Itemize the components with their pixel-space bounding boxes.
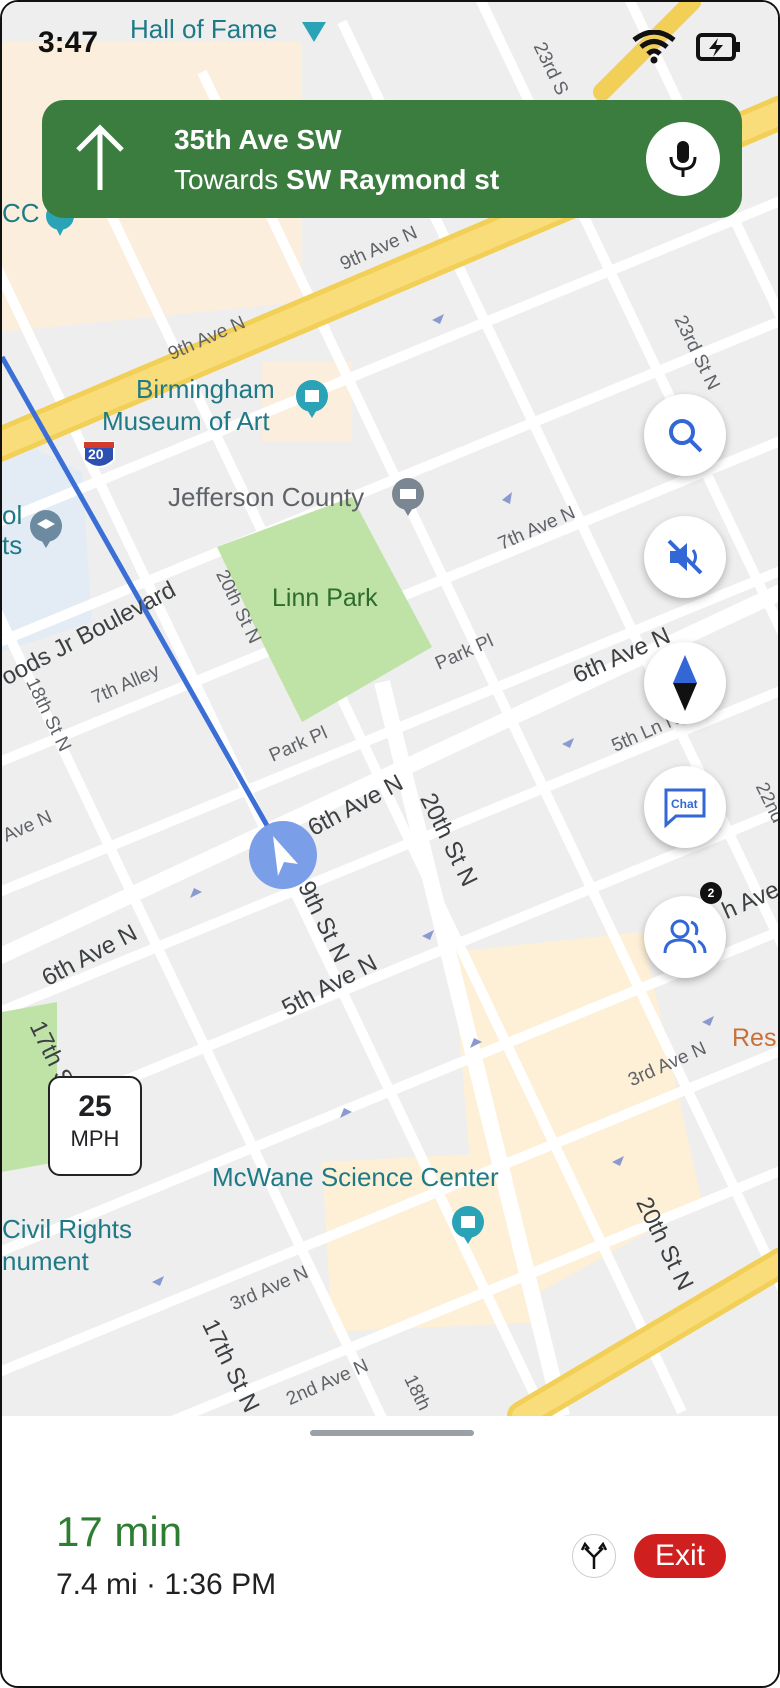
status-time: 3:47 — [38, 26, 99, 59]
poi-label[interactable]: McWane Science Center — [212, 1162, 499, 1193]
poi-label[interactable]: nument — [2, 1246, 89, 1277]
poi-label[interactable]: CC — [2, 198, 40, 229]
poi-label[interactable]: ts — [2, 530, 22, 561]
volume-mute-icon — [667, 539, 703, 575]
battery-charging-icon — [696, 33, 740, 61]
eta-duration: 17 min — [56, 1508, 183, 1555]
next-street: 35th Ave SW — [174, 124, 342, 155]
interstate-number: 20 — [88, 446, 104, 462]
chat-button[interactable]: Chat — [644, 766, 726, 848]
towards-prefix: Towards — [174, 164, 279, 195]
search-icon — [669, 419, 703, 453]
compass-icon — [673, 655, 697, 711]
straight-arrow-icon — [76, 124, 124, 190]
status-icons — [632, 30, 742, 64]
poi-label[interactable]: Birmingham — [136, 374, 275, 405]
phone-screen: Hall of Fame CC Birmingham Museum of Art… — [0, 0, 780, 1688]
alternate-routes-button[interactable] — [572, 1534, 616, 1578]
chat-label: Chat — [671, 797, 698, 811]
navigation-arrow-icon — [249, 821, 317, 889]
mute-button[interactable] — [644, 516, 726, 598]
towards-street: SW Raymond st — [286, 164, 500, 195]
people-icon — [663, 919, 707, 954]
voice-search-button[interactable] — [646, 122, 720, 196]
microphone-icon — [669, 141, 697, 177]
towards-text: Towards SW Raymond st — [174, 164, 499, 196]
poi-label[interactable]: Res — [732, 1024, 776, 1053]
trip-details: 7.4 mi · 1:36 PM — [56, 1568, 277, 1601]
people-button[interactable] — [644, 896, 726, 978]
park-label[interactable]: Linn Park — [272, 584, 378, 613]
people-count-badge: 2 — [700, 882, 722, 904]
speed-limit-value: 25 — [78, 1090, 112, 1123]
poi-label[interactable]: Hall of Fame — [130, 14, 277, 45]
poi-label[interactable]: Civil Rights — [2, 1214, 132, 1245]
poi-label[interactable]: Jefferson County — [168, 482, 364, 513]
poi-label[interactable]: Museum of Art — [102, 406, 270, 437]
poi-label[interactable]: ol — [2, 500, 22, 531]
speed-limit-unit: MPH — [70, 1126, 120, 1151]
fork-route-icon — [580, 1541, 608, 1569]
navigation-banner[interactable]: 35th Ave SW Towards SW Raymond st — [42, 100, 742, 218]
search-button[interactable] — [644, 394, 726, 476]
sheet-drag-handle[interactable] — [310, 1430, 474, 1436]
trip-summary-sheet[interactable]: 17 min 7.4 mi · 1:36 PM Exit — [2, 1416, 778, 1686]
speed-limit-sign: 25 MPH — [48, 1076, 142, 1176]
exit-navigation-button[interactable]: Exit — [634, 1534, 726, 1578]
compass-button[interactable] — [644, 642, 726, 724]
wifi-icon — [632, 30, 676, 64]
